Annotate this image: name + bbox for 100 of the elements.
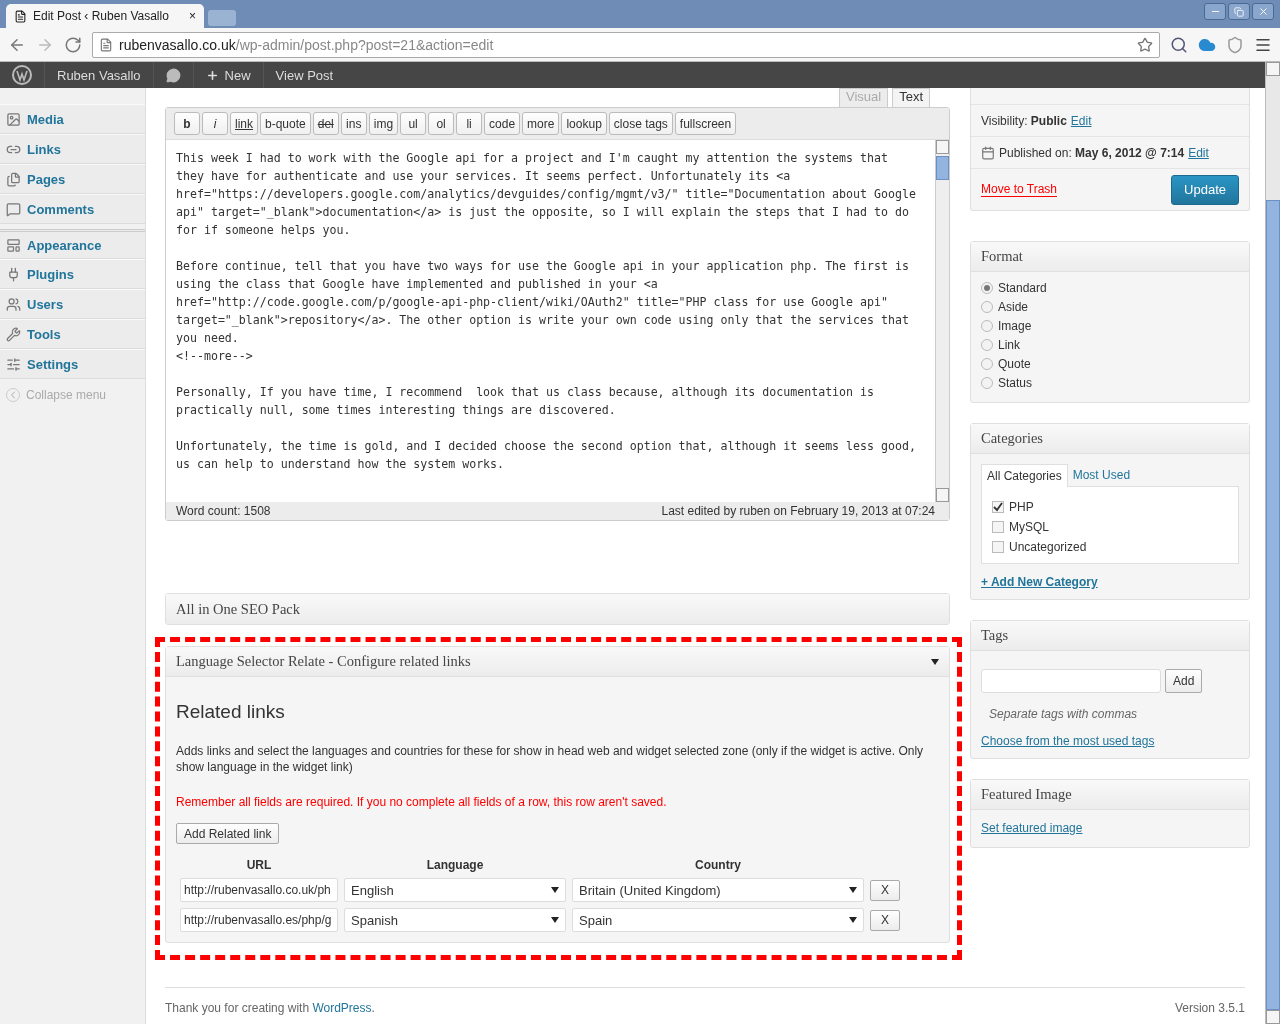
move-to-trash-link[interactable]: Move to Trash (981, 182, 1058, 197)
column-header: Language (425, 858, 485, 872)
page-scrollbar[interactable] (1265, 62, 1280, 1024)
caret-icon (551, 917, 559, 923)
edit-link[interactable]: Edit (1188, 145, 1209, 160)
editor-scrollbar[interactable] (935, 140, 949, 502)
format-button[interactable]: fullscreen (674, 112, 737, 135)
option-label: Aside (998, 299, 1029, 314)
format-button[interactable]: b-quote (260, 112, 311, 135)
restore-icon (1234, 6, 1244, 17)
users-icon (6, 296, 21, 312)
category-tab[interactable]: Most Used (1067, 464, 1136, 487)
format-button[interactable]: more (522, 112, 560, 135)
pages-icon (6, 171, 21, 187)
category-tab[interactable]: All Categories (981, 464, 1068, 487)
last-edited-text: Last edited by ruben on February 19, 2013 at 07:24 (661, 504, 935, 518)
restore-button[interactable] (1228, 3, 1250, 20)
option-label: Standard (998, 280, 1047, 295)
language-select[interactable]: Spanish (344, 908, 566, 932)
add-category-link[interactable]: + Add New Category (981, 575, 1098, 589)
panel-title: Tags (981, 627, 1009, 644)
panel-title: All in One SEO Pack (176, 600, 301, 618)
sidebar-item[interactable]: Tools (0, 319, 145, 349)
word-count: Word count: 1508 (176, 504, 271, 518)
checkbox[interactable] (992, 541, 1004, 553)
wrench-icon (6, 326, 21, 342)
format-button[interactable]: ol (428, 112, 455, 135)
section-heading: Related links (176, 701, 286, 723)
language-select[interactable]: English (344, 878, 566, 902)
close-icon (1257, 6, 1269, 17)
country-select[interactable]: Spain (572, 908, 864, 932)
editor-tab[interactable]: Text (892, 88, 930, 107)
checkbox[interactable] (992, 501, 1004, 513)
remove-row-button[interactable]: X (870, 879, 900, 901)
editor-paragraph: This week I had to work with the Google api for a project and I'm caught my attention the systems that they have for authenticate and use your services. It seems perfect. Unfortunately its <a href="https://developers.google.com/analytics/devguides/config/mgmt/v3/" title="Documentation about Google api" target="_blank">documentation</a> is just the opposite, so I will explain the steps that I had to do for if someone helps you. (176, 150, 917, 239)
warning-text: Remember all fields are required. If you no complete all fields of a row, this row aren't saved. (176, 795, 668, 809)
search-icon[interactable] (1170, 35, 1188, 54)
edit-link[interactable]: Edit (1070, 113, 1092, 128)
editor-paragraph: Before continue, tell that you have two ways for use the Google api in your application php. The first is using the class that Google have implemented and published in your <a href="http://code.google.com/p/google-api-php-client/wiki/OAuth2" title="PHP class for use Google api" target="_blank">repository</a>. The other option is write your own code using only that the services that you need. <!--more--> (176, 258, 910, 365)
published-date-text: Published on: May 6, 2012 @ 7:14 (999, 145, 1185, 160)
visibility-text: Visibility: Public (981, 113, 1067, 128)
view-post-link[interactable]: View Post (263, 62, 346, 88)
radio-button[interactable] (981, 281, 993, 294)
page-icon (14, 9, 27, 23)
address-field[interactable]: rubenvasallo.co.uk/wp-admin/post.php?post=21&action=edit (92, 31, 1160, 58)
plug-icon (6, 266, 21, 282)
reload-icon[interactable] (64, 35, 82, 54)
panel-title: Categories (981, 430, 1043, 447)
format-button[interactable]: del (312, 112, 339, 135)
shield-icon[interactable] (1226, 35, 1244, 54)
sidebar-item[interactable]: Pages (0, 164, 145, 194)
add-related-link-button[interactable]: Add Related link (176, 823, 280, 844)
remove-row-button[interactable]: X (870, 909, 900, 931)
format-button[interactable]: close tags (608, 112, 673, 135)
radio-button[interactable] (981, 338, 993, 351)
format-button[interactable]: img (368, 112, 399, 135)
format-button[interactable]: ins (340, 112, 367, 135)
new-menu-link[interactable]: New (193, 62, 264, 88)
add-tag-button[interactable]: Add (1165, 669, 1203, 693)
radio-button[interactable] (981, 319, 993, 332)
editor-paragraph: Personally, If you have time, I recommend look that us class because, although its documentation is practically null, some times interesting things are discovered. (176, 384, 875, 419)
sidebar-item[interactable]: Comments (0, 194, 145, 224)
update-button[interactable]: Update (1171, 174, 1239, 205)
panel-title: Format (981, 248, 1023, 265)
format-button[interactable]: li (456, 112, 483, 135)
format-button[interactable]: i (202, 112, 228, 135)
version-text: Version 3.5.1 (1174, 1001, 1245, 1015)
most-used-tags-link[interactable]: Choose from the most used tags (981, 734, 1155, 748)
sidebar-item[interactable]: Media (0, 104, 145, 134)
star-icon[interactable] (1137, 36, 1153, 53)
sidebar-item[interactable]: Plugins (0, 259, 145, 289)
tag-input-field[interactable] (981, 669, 1161, 693)
minimize-button[interactable] (1204, 3, 1226, 20)
radio-button[interactable] (981, 300, 993, 313)
page-icon (99, 37, 113, 52)
wordpress-link[interactable]: WordPress (312, 1001, 372, 1015)
country-select[interactable]: Britain (United Kingdom) (572, 878, 864, 902)
editor-paragraph: Unfortunately, the time is gold, and I decided choose the second option that, although it seems less good, us can help to understand how the system works. (176, 438, 917, 473)
browser-tab[interactable]: Edit Post ‹ Ruben Vasallo × (6, 4, 204, 28)
close-window-button[interactable] (1252, 3, 1274, 20)
column-header: URL (245, 858, 273, 872)
radio-button[interactable] (981, 376, 993, 389)
format-button[interactable]: b (174, 112, 200, 135)
set-featured-image-link[interactable]: Set featured image (981, 821, 1083, 835)
column-header: Country (694, 858, 742, 872)
panel-title: Featured Image (981, 786, 1072, 803)
sidebar-item[interactable]: Settings (0, 349, 145, 379)
sidebar-item[interactable]: Links (0, 134, 145, 164)
url-field[interactable]: http://rubenvasallo.es/php/g (180, 908, 338, 932)
sidebar-item[interactable]: Users (0, 289, 145, 319)
speech-bubble-icon (6, 201, 21, 217)
panel-title: Language Selector Relate - Configure related links (176, 653, 471, 670)
close-tab-button[interactable]: × (189, 9, 196, 23)
format-button[interactable]: code (484, 112, 521, 135)
format-button[interactable]: ul (400, 112, 427, 135)
checkbox[interactable] (992, 521, 1004, 533)
format-button[interactable]: lookup (561, 112, 607, 135)
format-button[interactable]: link (230, 112, 258, 135)
radio-button[interactable] (981, 357, 993, 370)
url-field[interactable]: http://rubenvasallo.co.uk/ph (180, 878, 338, 902)
